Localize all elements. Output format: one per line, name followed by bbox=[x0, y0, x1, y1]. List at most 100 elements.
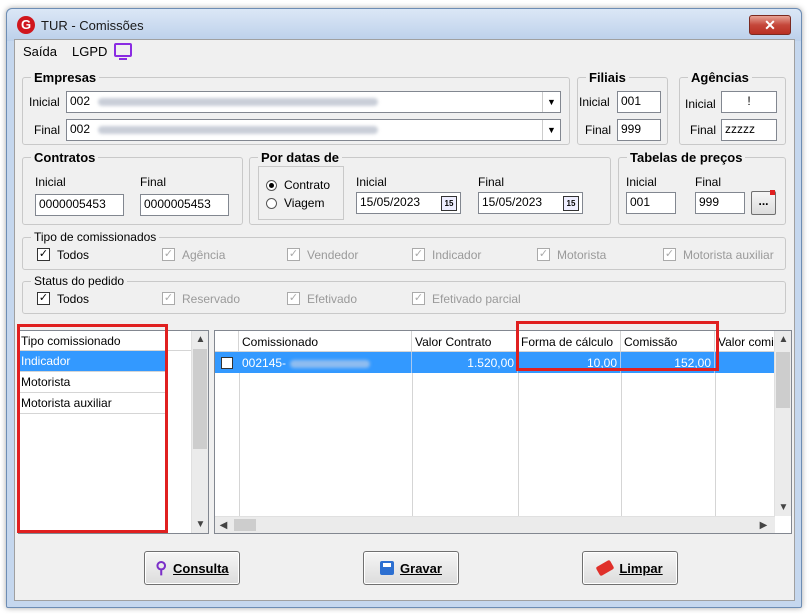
checkbox-indicador-label: Indicador bbox=[432, 248, 482, 262]
redacted-text bbox=[98, 125, 379, 134]
checkbox-motorista[interactable]: ✓ bbox=[537, 248, 550, 261]
datas-inicial-input[interactable]: 15/05/2023 15 bbox=[356, 192, 461, 214]
grid-column-line bbox=[621, 373, 622, 518]
checkbox-efetivado-parcial-label: Efetivado parcial bbox=[432, 292, 521, 306]
agencias-inicial-input[interactable]: ! bbox=[721, 91, 777, 113]
checkbox-status-todos-label: Todos bbox=[57, 292, 90, 306]
grid-horizontal-scrollbar[interactable]: ◀ ▶ bbox=[215, 516, 775, 533]
scroll-thumb[interactable] bbox=[193, 349, 207, 449]
checkbox-vendedor-label: Vendedor bbox=[307, 248, 359, 262]
cell-comissionado-value: 002145- bbox=[242, 356, 287, 370]
window-title: TUR - Comissões bbox=[41, 18, 144, 33]
grid-column-line bbox=[715, 373, 716, 518]
red-marker-icon bbox=[770, 190, 775, 195]
contratos-inicial-input[interactable]: 0000005453 bbox=[35, 194, 124, 216]
calendar-icon[interactable]: 15 bbox=[441, 196, 457, 211]
tabelas-inicial-label: Inicial bbox=[626, 175, 657, 189]
grid-header-valor-contrato[interactable]: Valor Contrato bbox=[412, 331, 518, 352]
cell-valor-comi bbox=[715, 352, 775, 373]
redacted-text bbox=[290, 359, 371, 368]
status-pedido-legend: Status do pedido bbox=[34, 274, 125, 288]
datas-final-value: 15/05/2023 bbox=[482, 195, 543, 209]
save-icon bbox=[380, 561, 395, 575]
eraser-icon bbox=[595, 559, 615, 577]
gravar-button-label: Gravar bbox=[400, 560, 442, 576]
por-datas-legend: Por datas de bbox=[261, 150, 340, 165]
grid-column-line bbox=[518, 373, 519, 518]
limpar-button[interactable]: Limpar bbox=[582, 551, 678, 585]
chevron-down-icon[interactable]: ▼ bbox=[542, 92, 560, 112]
empresas-inicial-combo[interactable]: 002 ▼ bbox=[66, 91, 561, 113]
datas-final-label: Final bbox=[478, 175, 505, 189]
scroll-left-icon[interactable]: ◀ bbox=[215, 517, 232, 533]
gravar-button[interactable]: Gravar bbox=[363, 551, 459, 585]
contratos-legend: Contratos bbox=[34, 150, 96, 165]
monitor-icon[interactable] bbox=[114, 43, 132, 60]
row-checkbox[interactable] bbox=[221, 357, 233, 369]
tabelas-inicial-input[interactable]: 001 bbox=[626, 192, 676, 214]
checkbox-todos[interactable]: ✓ bbox=[37, 248, 50, 261]
datas-inicial-value: 15/05/2023 bbox=[360, 195, 421, 209]
checkbox-agencia[interactable]: ✓ bbox=[162, 248, 175, 261]
checkbox-motorista-label: Motorista bbox=[557, 248, 607, 262]
consulta-button[interactable]: ⚲ Consulta bbox=[144, 551, 240, 585]
datas-final-input[interactable]: 15/05/2023 15 bbox=[478, 192, 583, 214]
search-icon: ⚲ bbox=[155, 560, 168, 577]
scroll-right-icon[interactable]: ▶ bbox=[755, 517, 772, 533]
close-button[interactable]: ✕ bbox=[749, 15, 791, 35]
checkbox-vendedor[interactable]: ✓ bbox=[287, 248, 300, 261]
tabelas-legend: Tabelas de preços bbox=[630, 150, 743, 165]
checkbox-reservado[interactable]: ✓ bbox=[162, 292, 175, 305]
app-window: G TUR - Comissões ✕ Saída LGPD Empresas … bbox=[6, 8, 802, 608]
chevron-down-icon[interactable]: ▼ bbox=[542, 120, 560, 140]
grid-vertical-scrollbar[interactable]: ▲ ▼ bbox=[774, 331, 791, 516]
scroll-thumb[interactable] bbox=[234, 519, 256, 531]
menu-bar: Saída LGPD bbox=[15, 40, 794, 62]
empresas-final-value: 002 bbox=[70, 122, 91, 136]
checkbox-efetivado-parcial[interactable]: ✓ bbox=[412, 292, 425, 305]
calendar-icon[interactable]: 15 bbox=[563, 196, 579, 211]
checkbox-efetivado[interactable]: ✓ bbox=[287, 292, 300, 305]
scroll-up-icon[interactable]: ▲ bbox=[775, 331, 791, 348]
grid-header-valor-comi[interactable]: Valor comi bbox=[715, 331, 775, 352]
empresas-final-label: Final bbox=[34, 123, 61, 137]
contratos-final-input[interactable]: 0000005453 bbox=[140, 194, 229, 216]
highlight-box-tipo-list bbox=[17, 324, 168, 533]
grid-column-line bbox=[239, 373, 240, 518]
limpar-button-label: Limpar bbox=[619, 560, 663, 576]
title-bar: G TUR - Comissões ✕ bbox=[7, 9, 801, 41]
filiais-legend: Filiais bbox=[589, 70, 626, 85]
tipo-comissionados-legend: Tipo de comissionados bbox=[34, 230, 157, 244]
grid-column-line bbox=[412, 373, 413, 518]
menu-saida[interactable]: Saída bbox=[23, 44, 57, 59]
checkbox-status-todos[interactable]: ✓ bbox=[37, 292, 50, 305]
radio-contrato[interactable] bbox=[266, 180, 277, 191]
radio-viagem[interactable] bbox=[266, 198, 277, 209]
scroll-up-icon[interactable]: ▲ bbox=[192, 331, 209, 348]
date-type-radio-group bbox=[258, 166, 344, 220]
contratos-inicial-label: Inicial bbox=[35, 175, 66, 189]
scroll-thumb[interactable] bbox=[776, 352, 790, 408]
menu-lgpd[interactable]: LGPD bbox=[72, 44, 107, 59]
agencias-legend: Agências bbox=[691, 70, 749, 85]
filiais-final-input[interactable]: 999 bbox=[617, 119, 661, 141]
scroll-down-icon[interactable]: ▼ bbox=[192, 516, 209, 533]
list-vertical-scrollbar[interactable]: ▲ ▼ bbox=[191, 331, 208, 533]
redacted-text bbox=[98, 97, 379, 106]
checkbox-motorista-auxiliar-label: Motorista auxiliar bbox=[683, 248, 774, 262]
contratos-final-label: Final bbox=[140, 175, 167, 189]
agencias-final-input[interactable]: zzzzz bbox=[721, 119, 777, 141]
radio-contrato-label: Contrato bbox=[284, 178, 331, 192]
agencias-final-label: Final bbox=[690, 123, 717, 137]
empresas-final-combo[interactable]: 002 ▼ bbox=[66, 119, 561, 141]
checkbox-indicador[interactable]: ✓ bbox=[412, 248, 425, 261]
grid-header-comissionado[interactable]: Comissionado bbox=[239, 331, 412, 352]
filiais-final-label: Final bbox=[585, 123, 612, 137]
checkbox-motorista-auxiliar[interactable]: ✓ bbox=[663, 248, 676, 261]
agencias-inicial-label: Inicial bbox=[685, 97, 716, 111]
client-area: Saída LGPD Empresas Inicial 002 ▼ Final … bbox=[14, 39, 795, 601]
scroll-down-icon[interactable]: ▼ bbox=[775, 499, 791, 516]
tabelas-final-input[interactable]: 999 bbox=[695, 192, 745, 214]
filiais-inicial-input[interactable]: 001 bbox=[617, 91, 661, 113]
checkbox-agencia-label: Agência bbox=[182, 248, 226, 262]
